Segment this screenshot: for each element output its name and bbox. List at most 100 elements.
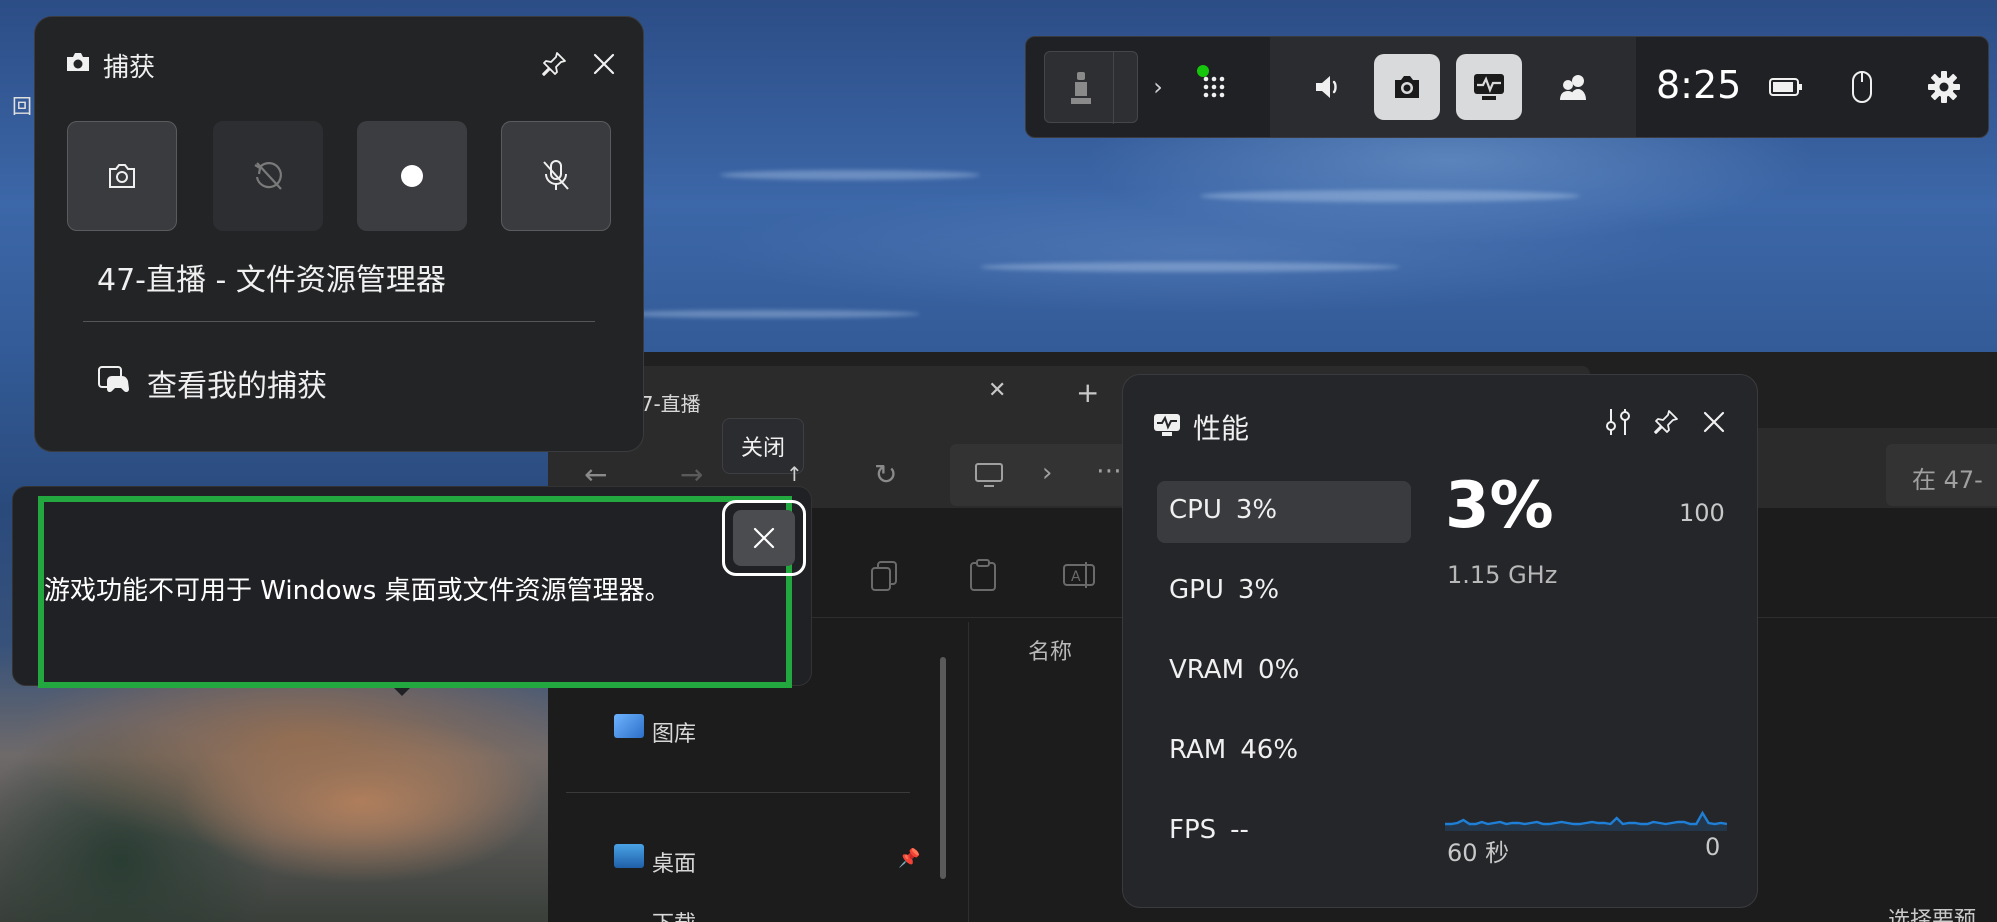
monitor-icon <box>975 463 1003 487</box>
metric-label: FPS <box>1169 815 1217 845</box>
copy-icon[interactable] <box>870 560 900 592</box>
navigation-pane-scrollbar[interactable] <box>940 657 946 879</box>
record-last-30s-button[interactable] <box>213 121 323 231</box>
metric-value: 3% <box>1237 575 1280 605</box>
thumbnail-divider <box>1113 52 1114 124</box>
pin-widget-button[interactable] <box>537 47 571 81</box>
graph-axis-left-label: 60 秒 <box>1447 839 1510 867</box>
screenshot-button[interactable] <box>67 121 177 231</box>
metric-value: 0% <box>1258 655 1300 685</box>
mouse-cursor-icon: ↑ <box>786 462 803 486</box>
rename-icon[interactable]: A <box>1062 560 1096 590</box>
performance-title: 性能 <box>1193 412 1250 445</box>
metric-value: 46% <box>1240 735 1299 765</box>
record-last-30s-icon <box>254 162 282 190</box>
performance-widget-button[interactable] <box>1456 54 1522 120</box>
widget-menu-icon[interactable] <box>1194 67 1234 107</box>
performance-frequency: 1.15 GHz <box>1447 561 1558 589</box>
nav-item-desktop[interactable]: 桌面 <box>652 846 696 878</box>
wallpaper-cloud-stroke <box>980 262 1400 272</box>
navigation-pane-divider <box>968 622 969 922</box>
metric-cpu[interactable]: CPU 3% <box>1157 481 1411 543</box>
metric-gpu[interactable]: GPU 3% <box>1157 561 1411 623</box>
grid-dots-icon <box>1203 76 1225 98</box>
speaker-icon <box>1316 76 1337 98</box>
navigation-separator <box>566 792 910 793</box>
capture-widget: 捕获 47-直播 - 文件资源管理器 查看我的捕获 <box>34 16 644 452</box>
camera-icon <box>67 53 89 71</box>
metric-label: VRAM <box>1169 655 1245 685</box>
desktop-folder-icon <box>614 844 644 868</box>
refresh-icon[interactable]: ↻ <box>874 458 897 491</box>
widget-toolbar <box>1270 37 1636 137</box>
close-widget-button[interactable] <box>1697 405 1731 439</box>
close-widget-button[interactable] <box>587 47 621 81</box>
pin-icon <box>1654 410 1678 434</box>
paste-icon[interactable] <box>968 558 998 592</box>
nav-item-gallery[interactable]: 图库 <box>652 716 696 748</box>
performance-icon <box>1154 414 1180 436</box>
wallpaper-cloud-stroke <box>720 170 980 180</box>
graph-axis-right-label: 0 <box>1705 833 1721 861</box>
svg-text:A: A <box>1071 569 1081 585</box>
column-header-name[interactable]: 名称 <box>1028 634 1072 666</box>
screenshot-icon <box>109 164 135 188</box>
audio-icon[interactable] <box>1308 67 1348 107</box>
sliders-icon <box>1606 409 1630 435</box>
close-icon <box>753 527 775 549</box>
microphone-toggle-button[interactable] <box>501 121 611 231</box>
toast-close-button[interactable] <box>722 500 806 576</box>
toast-message: 游戏功能不可用于 Windows 桌面或文件资源管理器。 <box>44 576 671 606</box>
gear-icon <box>1928 71 1960 103</box>
performance-settings-button[interactable] <box>1601 405 1635 439</box>
explorer-search-input[interactable]: 在 47- <box>1886 444 1997 506</box>
close-icon <box>593 53 615 75</box>
start-recording-button[interactable] <box>357 121 467 231</box>
mic-off-icon <box>543 160 569 190</box>
metric-fps[interactable]: FPS -- <box>1157 801 1411 863</box>
mouse-shape-icon <box>1852 71 1872 103</box>
nav-item-downloads[interactable]: 下载 <box>652 906 696 922</box>
preview-pane-hint: 选择要预览 <box>1888 908 1977 922</box>
gallery-icon <box>614 714 644 738</box>
chevron-right-icon[interactable]: › <box>1146 67 1170 107</box>
wallpaper-cloud-stroke <box>1200 190 1580 202</box>
wallpaper-cloud-stroke <box>620 310 920 318</box>
metric-vram[interactable]: VRAM 0% <box>1157 641 1411 703</box>
battery-icon[interactable] <box>1766 67 1806 107</box>
pin-icon <box>542 52 566 76</box>
xbox-social-icon[interactable] <box>1554 67 1594 107</box>
capture-icon <box>1395 76 1419 98</box>
metric-label: RAM <box>1169 735 1227 765</box>
game-thumbnail-icon[interactable] <box>1044 51 1138 124</box>
breadcrumb-overflow-icon[interactable]: ⋯ <box>1096 456 1122 486</box>
breadcrumb-chevron-icon: › <box>1042 458 1053 488</box>
people-icon <box>1560 75 1586 100</box>
toast-close-button-fill[interactable] <box>733 510 795 566</box>
start-recording-icon <box>401 165 423 187</box>
metric-value: -- <box>1230 815 1249 845</box>
capture-divider <box>83 321 595 322</box>
metric-label: CPU <box>1169 495 1222 525</box>
explorer-new-tab-button[interactable]: + <box>1076 376 1099 409</box>
capture-widget-button[interactable] <box>1374 54 1440 120</box>
game-figure-icon <box>1071 72 1091 104</box>
performance-icon <box>1474 74 1504 100</box>
battery-shape-icon <box>1769 78 1802 96</box>
capture-source-title: 47-直播 - 文件资源管理器 <box>97 263 446 298</box>
pin-icon[interactable]: 📌 <box>898 848 920 869</box>
mouse-icon[interactable] <box>1842 67 1882 107</box>
capture-title: 捕获 <box>103 53 156 83</box>
settings-icon[interactable] <box>1922 65 1966 109</box>
metric-ram[interactable]: RAM 46% <box>1157 721 1411 783</box>
cpu-usage-graph <box>1445 810 1727 831</box>
view-my-captures-link[interactable]: 查看我的捕获 <box>147 361 327 405</box>
cpu-usage-line <box>1445 810 1727 826</box>
pin-widget-button[interactable] <box>1649 405 1683 439</box>
performance-max-label: 100 <box>1679 499 1725 527</box>
metric-label: GPU <box>1169 575 1224 605</box>
explorer-tab-close-button[interactable]: ✕ <box>988 378 1006 403</box>
clock-time: 8:25 <box>1656 63 1742 107</box>
desktop-edge-label: 回 <box>12 94 32 118</box>
performance-widget: 性能 CPU 3% GPU 3% VRAM 0% RAM 46% FPS -- 3% 10… <box>1122 374 1758 908</box>
